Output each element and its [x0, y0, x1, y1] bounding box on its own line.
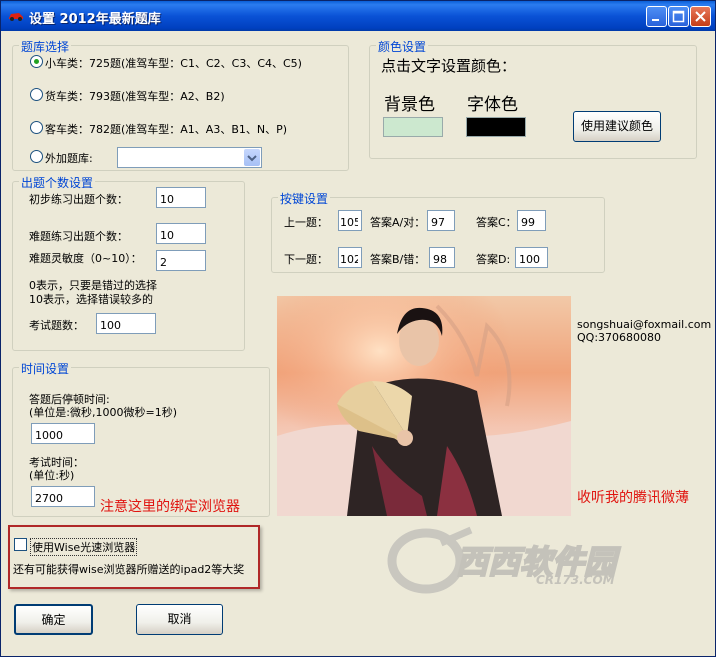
exam-count-input[interactable] [96, 313, 156, 334]
sensitivity-note-2: 10表示，选择错误较多的 [29, 293, 153, 306]
radio-truck[interactable] [30, 88, 43, 101]
exam-count-label: 考试题数： [29, 319, 84, 332]
radio-extra-label[interactable]: 外加题库: [45, 150, 93, 166]
color-legend: 颜色设置 [376, 38, 429, 55]
exam-time-label-2: (单位:秒) [29, 469, 75, 482]
maximize-icon [672, 10, 685, 23]
sensitivity-label: 难题灵敏度（0~10）： [29, 252, 142, 265]
browser-binding-note: 注意这里的绑定浏览器 [100, 499, 240, 515]
wise-browser-label[interactable]: 使用Wise光速浏览器 [30, 538, 138, 556]
answer-a-input[interactable] [427, 210, 455, 231]
car-icon [7, 10, 23, 22]
answer-d-label: 答案D: [476, 253, 511, 266]
radio-car-label[interactable]: 小车类：725题(准驾车型：C1、C2、C3、C4、C5) [45, 55, 302, 71]
cancel-button[interactable]: 取消 [136, 604, 223, 635]
background-color-swatch[interactable] [383, 117, 443, 137]
title-bar[interactable]: 设置 2012年最新题库 [1, 1, 715, 31]
prev-key-input[interactable] [338, 210, 362, 231]
color-hint: 点击文字设置颜色： [381, 57, 517, 75]
font-color-swatch[interactable] [466, 117, 526, 137]
contact-email: songshuai@foxmail.com [577, 318, 712, 331]
author-photo [277, 296, 571, 516]
radio-bus-label[interactable]: 客车类：782题(准驾车型：A1、A3、B1、N、P) [45, 121, 287, 137]
wise-browser-promo: 还有可能获得wise浏览器所赠送的ipad2等大奖 [13, 563, 245, 576]
chevron-down-icon[interactable] [244, 149, 260, 166]
answer-d-input[interactable] [515, 247, 548, 268]
question-count-legend: 出题个数设置 [19, 174, 96, 191]
radio-car[interactable] [30, 55, 43, 68]
answer-a-label: 答案A/对： [370, 216, 426, 229]
exam-time-input[interactable] [31, 486, 95, 507]
weibo-note: 收听我的腾讯微薄 [577, 490, 689, 506]
ok-button[interactable]: 确定 [14, 604, 93, 635]
radio-extra[interactable] [30, 150, 43, 163]
radio-selected-dot [34, 59, 39, 64]
window-title: 设置 2012年最新题库 [29, 12, 161, 27]
answer-b-input[interactable] [429, 247, 455, 268]
maximize-button[interactable] [668, 6, 689, 27]
hard-count-label: 难题练习出题个数： [29, 230, 128, 243]
radio-bus[interactable] [30, 121, 43, 134]
settings-window: 设置 2012年最新题库 题库选择 小车类：725题(准驾车型：C1、C2、C3… [0, 0, 716, 657]
next-key-input[interactable] [338, 247, 362, 268]
answer-c-input[interactable] [517, 210, 546, 231]
time-settings-legend: 时间设置 [19, 360, 72, 377]
minimize-icon [652, 19, 659, 21]
font-color-label[interactable]: 字体色 [467, 90, 518, 115]
watermark-subtext: CR173.COM [536, 573, 615, 587]
initial-count-label: 初步练习出题个数： [29, 193, 128, 206]
wise-browser-checkbox[interactable] [14, 538, 27, 551]
key-settings-legend: 按键设置 [278, 190, 331, 207]
close-icon [695, 11, 706, 22]
answer-b-label: 答案B/错： [370, 253, 426, 266]
answer-c-label: 答案C： [476, 216, 517, 229]
sensitivity-input[interactable] [156, 250, 206, 271]
question-bank-legend: 题库选择 [19, 38, 72, 55]
radio-truck-label[interactable]: 货车类：793题(准驾车型：A2、B2) [45, 88, 225, 104]
pause-time-input[interactable] [31, 423, 95, 444]
pause-time-label-2: (单位是:微秒,1000微秒=1秒) [29, 406, 177, 419]
suggest-colors-button[interactable]: 使用建议颜色 [573, 111, 661, 142]
hard-count-input[interactable] [156, 223, 206, 244]
prev-key-label: 上一题： [284, 216, 328, 229]
extra-bank-combo[interactable] [117, 147, 262, 168]
browser-highlight-box [8, 525, 260, 589]
contact-qq: QQ:370680080 [577, 331, 662, 344]
initial-count-input[interactable] [156, 187, 206, 208]
background-color-label[interactable]: 背景色 [384, 90, 435, 115]
watermark-logo: 西西软件园 CR173.COM [386, 525, 646, 595]
minimize-button[interactable] [646, 6, 667, 27]
next-key-label: 下一题： [284, 253, 328, 266]
close-button[interactable] [690, 6, 711, 27]
